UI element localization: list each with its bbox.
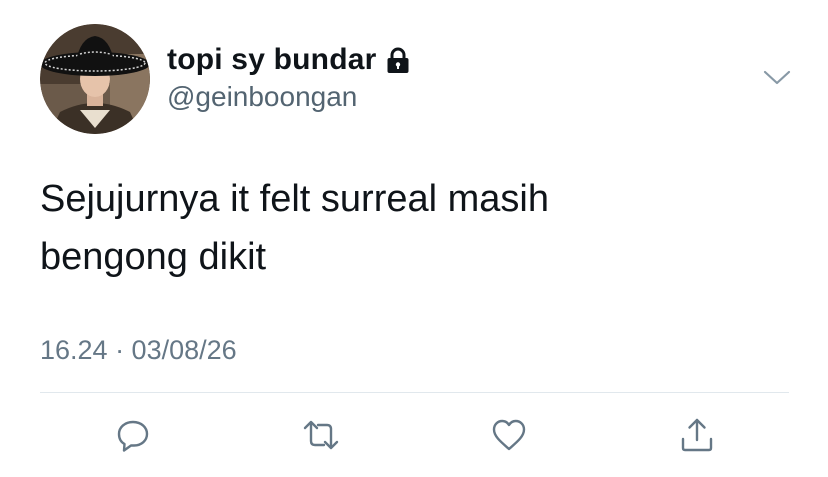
user-handle[interactable]: @geinboongan xyxy=(167,80,357,114)
timestamp[interactable]: 16.24 · 03/08/26 xyxy=(40,332,237,368)
chevron-down-icon[interactable] xyxy=(762,64,792,90)
display-name-row: topi sy bundar xyxy=(167,42,410,78)
avatar[interactable] xyxy=(40,24,150,134)
share-icon[interactable] xyxy=(677,415,717,455)
tweet-text-line: Sejujurnya it felt surreal masih xyxy=(40,178,549,220)
retweet-icon[interactable] xyxy=(301,415,341,455)
lock-icon xyxy=(386,47,410,75)
divider xyxy=(40,392,789,393)
tweet-text: Sejujurnya it felt surreal masih bengong… xyxy=(40,170,780,286)
tweet: topi sy bundar @geinboongan Sejujurnya i… xyxy=(0,0,828,477)
like-icon[interactable] xyxy=(489,415,529,455)
avatar-photo xyxy=(40,24,150,134)
reply-icon[interactable] xyxy=(113,415,153,455)
display-name[interactable]: topi sy bundar xyxy=(167,42,376,78)
tweet-text-line: bengong dikit xyxy=(40,236,267,278)
